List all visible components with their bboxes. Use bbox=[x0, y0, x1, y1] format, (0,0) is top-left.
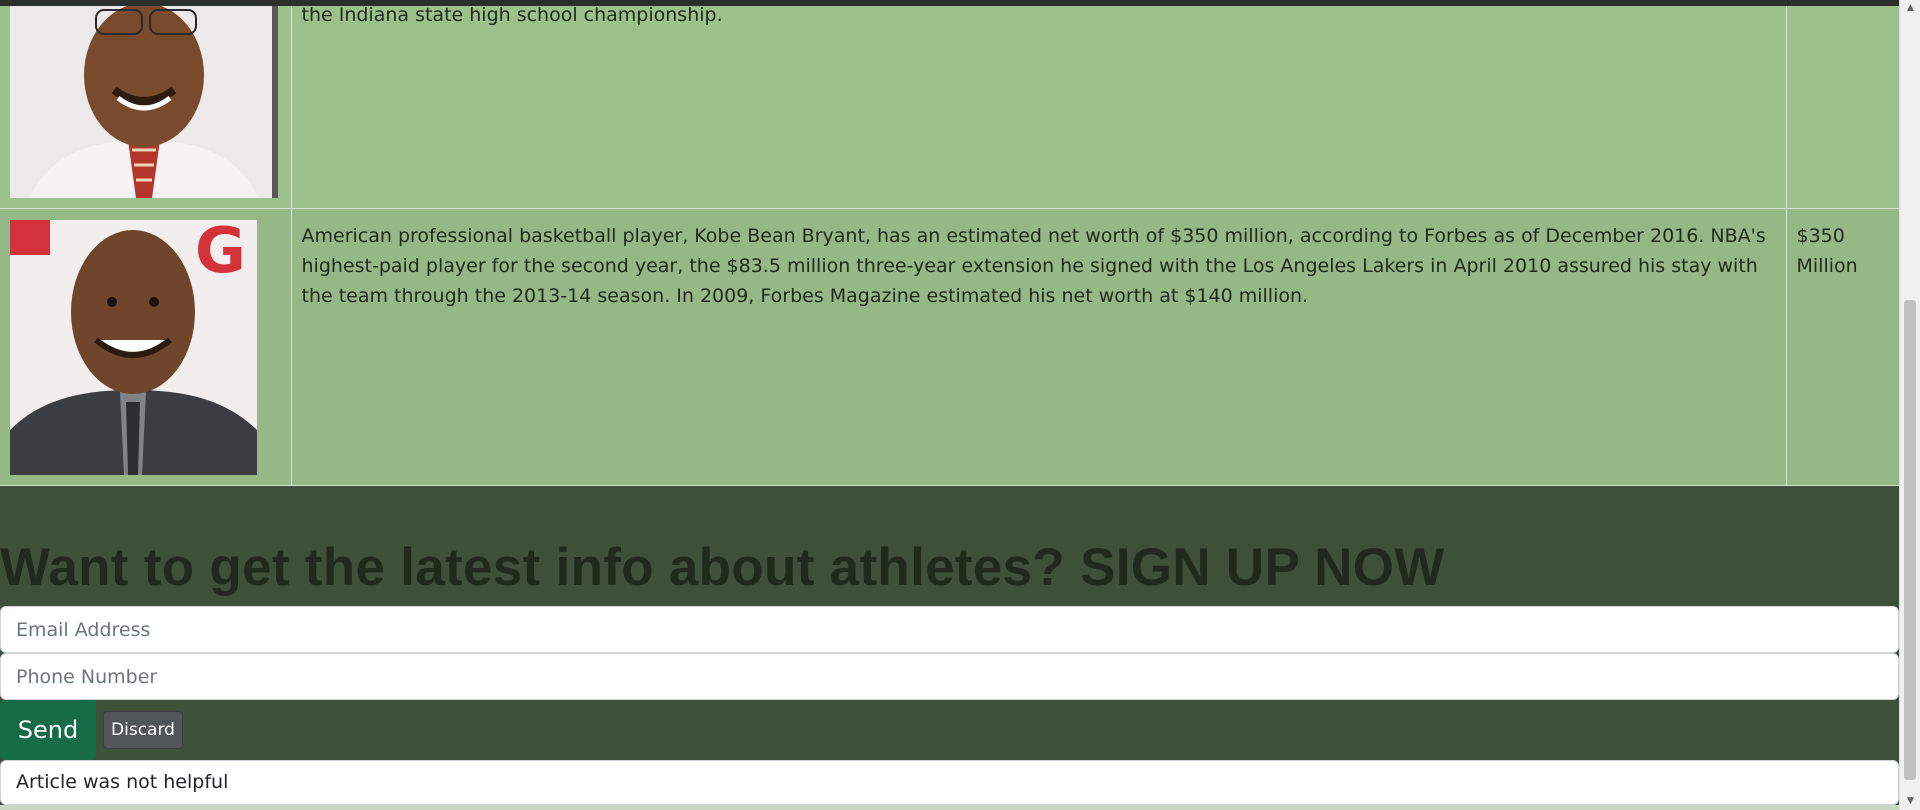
bottom-strip bbox=[0, 805, 1899, 810]
athlete-photo bbox=[10, 0, 278, 198]
feedback-field[interactable]: Article was not helpful bbox=[0, 760, 1899, 805]
triangle-down-icon[interactable]: ▼ bbox=[1900, 793, 1920, 810]
table-row: the Indiana state high school championsh… bbox=[0, 0, 1899, 209]
signup-headline: Want to get the latest info about athlet… bbox=[0, 538, 1445, 597]
discard-button[interactable]: Discard bbox=[103, 711, 183, 749]
top-bar bbox=[0, 0, 1899, 6]
athlete-description: the Indiana state high school championsh… bbox=[291, 0, 1787, 209]
athletes-table: the Indiana state high school championsh… bbox=[0, 0, 1899, 486]
athlete-net-worth bbox=[1786, 0, 1899, 209]
phone-field[interactable] bbox=[0, 653, 1899, 700]
scrollbar-thumb[interactable] bbox=[1904, 300, 1916, 780]
table-row: G American professional basketball playe… bbox=[0, 208, 1899, 486]
athlete-net-worth: $350 Million bbox=[1786, 208, 1899, 486]
athlete-photo: G bbox=[10, 220, 257, 475]
send-button[interactable]: Send bbox=[0, 700, 96, 760]
vertical-scrollbar[interactable]: ▲ ▼ bbox=[1899, 0, 1920, 810]
photo-cell bbox=[0, 0, 292, 209]
photo-cell: G bbox=[0, 208, 292, 486]
email-field[interactable] bbox=[0, 606, 1899, 653]
athlete-description: American professional basketball player,… bbox=[291, 208, 1787, 486]
triangle-up-icon[interactable]: ▲ bbox=[1900, 0, 1920, 17]
svg-text:G: G bbox=[195, 220, 246, 287]
